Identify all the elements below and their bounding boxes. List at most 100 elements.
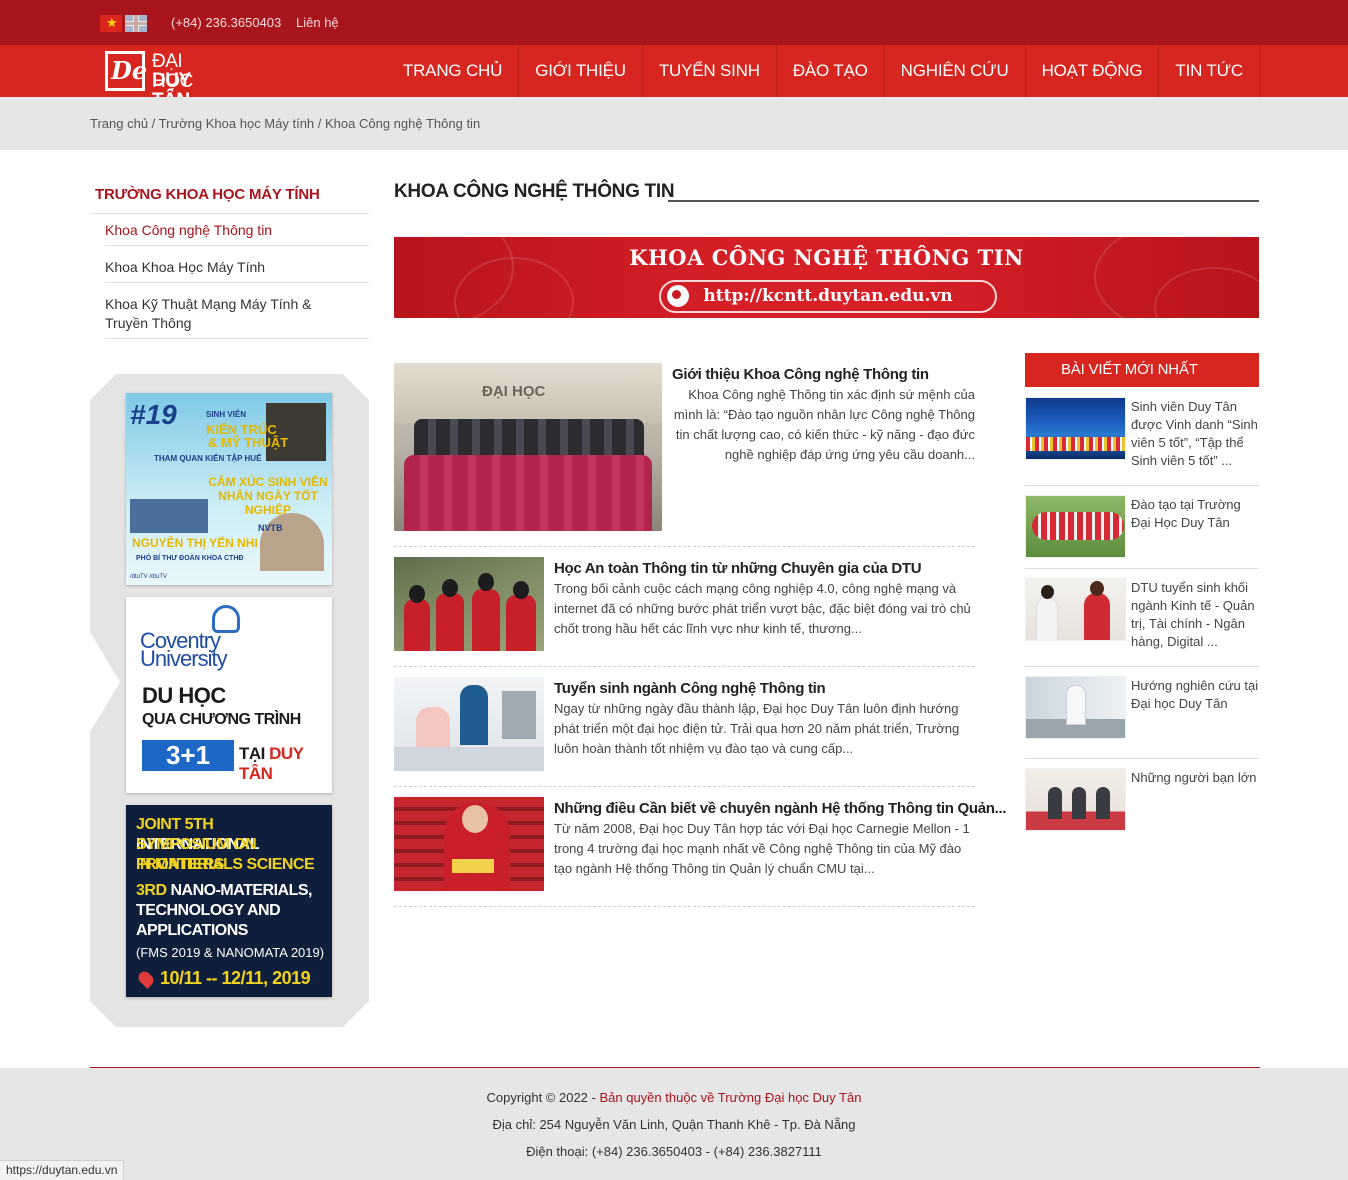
- sidebar-title: TRƯỜNG KHOA HỌC MÁY TÍNH: [95, 186, 320, 203]
- latest-post-title[interactable]: Sinh viên Duy Tân được Vinh danh “Sinh v…: [1131, 398, 1259, 470]
- vietnam-flag-icon[interactable]: ★: [100, 15, 122, 32]
- status-bar-url: https://duytan.edu.vn: [0, 1160, 125, 1180]
- ad2-taiduytan: TẠI DUY TÂN: [239, 744, 304, 783]
- divider: [105, 338, 369, 339]
- ad1-role: PHÓ BÍ THƯ ĐOÀN KHOA CTHĐ: [136, 555, 244, 562]
- photo-graduation: [130, 499, 208, 533]
- article-thumbnail[interactable]: ĐẠI HỌC: [394, 363, 662, 531]
- footer-owner-link[interactable]: Bản quyền thuộc về Trường Đại học Duy Tâ…: [599, 1090, 861, 1105]
- article-excerpt: Khoa Công nghệ Thông tin xác định sứ mện…: [673, 387, 975, 462]
- divider: [394, 786, 975, 787]
- article-excerpt: Ngay từ những ngày đầu thành lập, Đại họ…: [554, 701, 960, 756]
- ad1-nvtb: NVTB: [258, 523, 283, 533]
- latest-post-thumbnail[interactable]: [1025, 676, 1126, 739]
- footer: Copyright © 2022 - Bản quyền thuộc về Tr…: [0, 1068, 1348, 1180]
- article-title[interactable]: Những điều Cần biết về chuyên ngành Hệ t…: [554, 800, 1007, 817]
- title-rule: [668, 200, 1259, 202]
- top-phone: (+84) 236.3650403: [171, 15, 282, 30]
- latest-post-title[interactable]: Những người bạn lớn: [1131, 769, 1259, 787]
- latest-post-thumbnail[interactable]: [1025, 578, 1126, 641]
- footer-phone: Điện thoại: (+84) 236.3650403 - (+84) 23…: [526, 1144, 822, 1159]
- logo-mark-icon: De: [105, 51, 147, 91]
- globe-icon: [667, 285, 689, 307]
- latest-post-thumbnail[interactable]: [1025, 495, 1126, 558]
- latest-post-title[interactable]: Hướng nghiên cứu tại Đại học Duy Tân: [1131, 677, 1259, 713]
- ad-banner-students[interactable]: #19 SINH VIÊN KIẾN TRÚC & MỸ THUẬT THAM Q…: [126, 393, 332, 585]
- latest-post-thumbnail[interactable]: [1025, 768, 1126, 831]
- main-nav: De ĐẠI HỌC DUY TÂN TRANG CHỦ GIỚI THIỆU …: [0, 45, 1348, 111]
- ad3-dates: 10/11 -- 12/11, 2019: [160, 968, 311, 988]
- article-thumbnail[interactable]: [394, 797, 544, 891]
- nav-menu: TRANG CHỦ GIỚI THIỆU TUYỂN SINH ĐÀO TẠO …: [387, 45, 1260, 97]
- ad1-name: NGUYỄN THỊ YẾN NHI: [132, 536, 258, 550]
- ad1-number: #19: [130, 399, 177, 430]
- article-title[interactable]: Học An toàn Thông tin từ những Chuyên gi…: [554, 560, 922, 577]
- divider: [1025, 485, 1259, 486]
- article-title[interactable]: Tuyển sinh ngành Công nghệ Thông tin: [554, 680, 826, 697]
- divider: [105, 282, 369, 283]
- article-excerpt: Trong bối cảnh cuộc cách mạng công nghiệ…: [554, 581, 971, 636]
- breadcrumb-home[interactable]: Trang chủ: [90, 116, 148, 131]
- divider: [90, 213, 369, 214]
- ad3-line4: 3RD NANO-MATERIALS,: [136, 882, 312, 899]
- top-bar: ★ (+84) 236.3650403 Liên hệ: [0, 0, 1348, 45]
- divider: [1025, 568, 1259, 569]
- hero-title: KHOA CÔNG NGHỆ THÔNG TIN: [629, 245, 1024, 270]
- breadcrumb-band: Trang chủ / Trường Khoa học Máy tính / K…: [0, 97, 1348, 150]
- divider: [1025, 758, 1259, 759]
- breadcrumb-separator: /: [314, 116, 326, 131]
- article-excerpt: Từ năm 2008, Đại học Duy Tân hợp tác với…: [554, 821, 970, 876]
- ad1-line1: SINH VIÊN KIẾN TRÚC: [206, 410, 277, 437]
- hero-url: http://kcntt.duytan.edu.vn: [659, 280, 997, 313]
- sidebar-item-cntt[interactable]: Khoa Công nghệ Thông tin: [105, 221, 345, 240]
- ad1-social: /dtuTV /dtuTV: [130, 574, 168, 580]
- ad2-31: 3+1: [142, 740, 234, 771]
- building-sign: ĐẠI HỌC: [482, 383, 546, 400]
- nav-item-research[interactable]: NGHIÊN CỨU: [885, 45, 1026, 97]
- nav-item-home[interactable]: TRANG CHỦ: [387, 45, 520, 97]
- nav-item-about[interactable]: GIỚI THIỆU: [519, 45, 643, 97]
- divider: [394, 666, 975, 667]
- hero-banner[interactable]: KHOA CÔNG NGHỆ THÔNG TIN http://kcntt.du…: [394, 237, 1259, 318]
- nav-item-activities[interactable]: HOẠT ĐỘNG: [1026, 45, 1160, 97]
- ad-banner-coventry[interactable]: Coventry University DU HỌC QUA CHƯƠNG TR…: [126, 597, 332, 793]
- ad3-line5: TECHNOLOGY AND: [136, 902, 281, 919]
- footer-rule: [90, 1067, 1260, 1068]
- ad1-line3: & MỸ THUẬT: [208, 435, 289, 450]
- nav-item-news[interactable]: TIN TỨC: [1159, 45, 1260, 97]
- ad1-sub: THAM QUAN KIẾN TẬP HUẾ: [154, 454, 262, 463]
- duytan-logo[interactable]: De ĐẠI HỌC DUY TÂN: [105, 51, 225, 111]
- latest-post-title[interactable]: Đào tạo tại Trường Đại Học Duy Tân: [1131, 496, 1259, 532]
- page-title: KHOA CÔNG NGHỆ THÔNG TIN: [394, 181, 675, 202]
- latest-post-title[interactable]: DTU tuyển sinh khối ngành Kinh tế - Quản…: [1131, 579, 1259, 651]
- ad2-university: University: [140, 646, 228, 671]
- uk-flag-icon[interactable]: [125, 15, 147, 32]
- ad3-line7: (FMS 2019 & NANOMATA 2019): [136, 945, 325, 960]
- footer-copyright: Copyright © 2022 - Bản quyền thuộc về Tr…: [486, 1090, 862, 1105]
- ad3-line6: APPLICATIONS: [136, 922, 248, 939]
- photo-portrait: [260, 513, 324, 571]
- contact-link[interactable]: Liên hệ: [296, 15, 339, 30]
- article-title[interactable]: Giới thiệu Khoa Công nghệ Thông tin: [672, 366, 929, 383]
- sidebar-item-khmt[interactable]: Khoa Khoa Học Máy Tính: [105, 258, 345, 277]
- article-thumbnail[interactable]: [394, 557, 544, 651]
- ad1-emotion: CẢM XÚC SINH VIÊN NHÂN NGÀY TỐT NGHIỆP: [208, 475, 328, 517]
- footer-address: Địa chỉ: 254 Nguyễn Văn Linh, Quận Thanh…: [492, 1117, 856, 1132]
- ad-banner-symposium[interactable]: JOINT 5TH INTERNATIONAL SYMPOSIUM ON FRO…: [126, 805, 332, 997]
- article-thumbnail[interactable]: [394, 677, 544, 771]
- latest-post-thumbnail[interactable]: [1025, 397, 1126, 460]
- ad2-program: QUA CHƯƠNG TRÌNH: [142, 711, 301, 728]
- latest-posts-heading: BÀI VIẾT MỚI NHẤT: [1025, 353, 1259, 387]
- sidebar-item-mang[interactable]: Khoa Kỹ Thuật Mạng Máy Tính & Truyền Thô…: [105, 295, 345, 333]
- divider: [105, 245, 369, 246]
- ad3-line3: IN MATERIALS SCIENCE: [136, 856, 315, 873]
- divider: [394, 546, 975, 547]
- divider: [1025, 666, 1259, 667]
- breadcrumb: Trang chủ / Trường Khoa học Máy tính / K…: [90, 116, 480, 131]
- breadcrumb-separator: /: [148, 116, 159, 131]
- nav-item-training[interactable]: ĐÀO TẠO: [777, 45, 885, 97]
- breadcrumb-school[interactable]: Trường Khoa học Máy tính: [159, 116, 315, 131]
- ad2-duhoc: DU HỌC: [142, 683, 226, 708]
- divider: [394, 906, 975, 907]
- nav-item-admissions[interactable]: TUYỂN SINH: [643, 45, 777, 97]
